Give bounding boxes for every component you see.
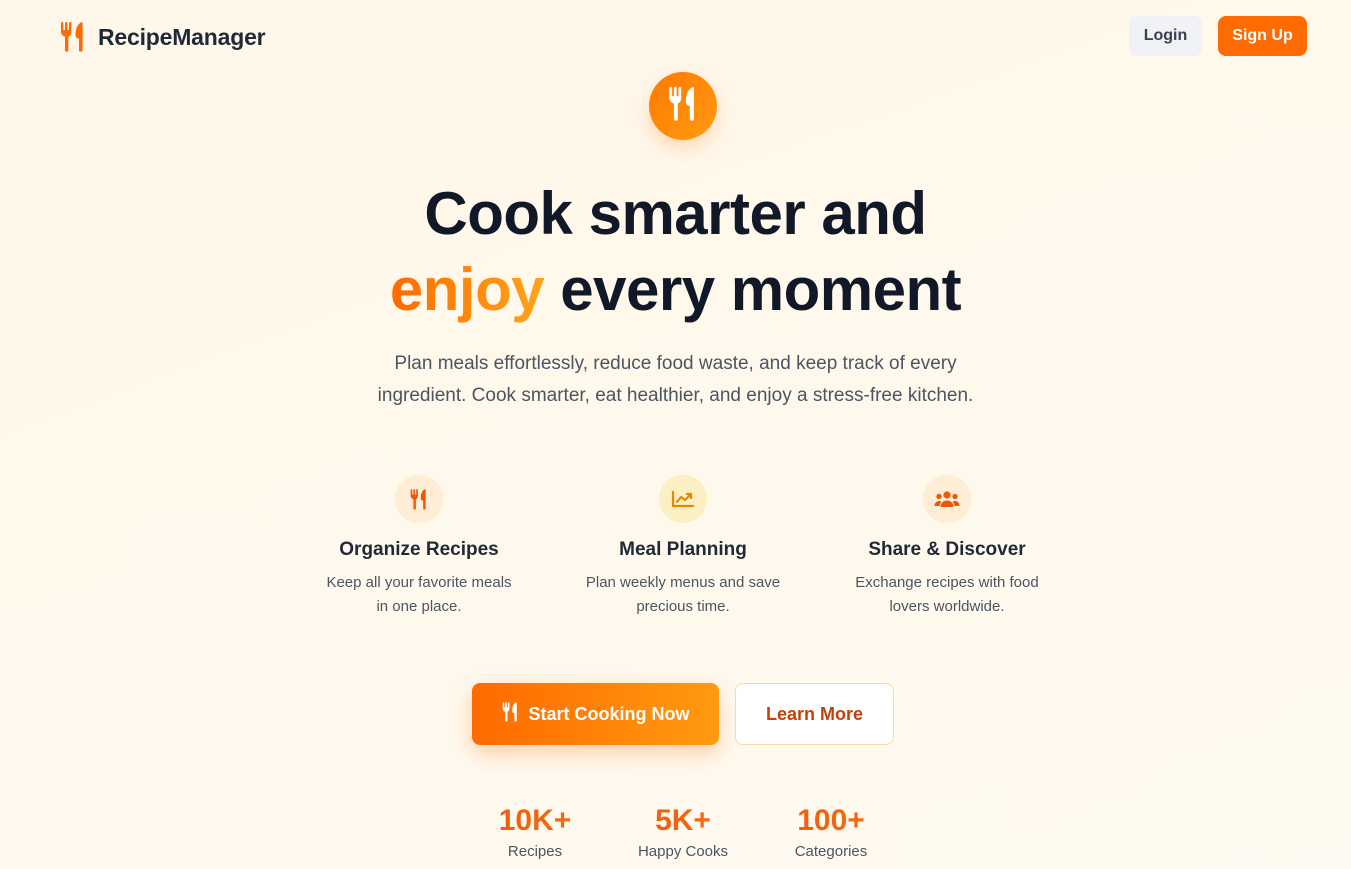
headline-line-1: Cook smarter and — [424, 180, 927, 247]
hero-subtext: Plan meals effortlessly, reduce food was… — [377, 353, 974, 406]
stat-recipes: 10K+ Recipes — [460, 803, 610, 861]
feature-title: Share & Discover — [868, 539, 1026, 560]
feature-share-discover: Share & Discover Exchange recipes with f… — [827, 475, 1067, 619]
signup-button[interactable]: Sign Up — [1218, 16, 1307, 56]
feature-description: Plan weekly menus and save precious time… — [585, 574, 781, 615]
feature-organize-recipes: Organize Recipes Keep all your favorite … — [299, 475, 539, 619]
utensils-icon — [60, 21, 88, 53]
feature-meal-planning: Meal Planning Plan weekly menus and save… — [563, 475, 803, 619]
feature-description: Keep all your favorite meals in one plac… — [326, 574, 512, 615]
stat-happy-cooks: 5K+ Happy Cooks — [608, 803, 758, 861]
headline-accent: enjoy — [389, 256, 545, 323]
start-cooking-label: Start Cooking Now — [528, 703, 690, 724]
stat-value: 5K+ — [608, 803, 758, 839]
brand-name: RecipeManager — [98, 23, 266, 50]
hero-badge — [649, 72, 717, 140]
utensils-icon — [395, 475, 443, 523]
stat-value: 10K+ — [460, 803, 610, 839]
stat-categories: 100+ Categories — [756, 803, 906, 861]
login-button[interactable]: Login — [1129, 16, 1202, 56]
feature-title: Meal Planning — [619, 539, 747, 560]
stat-label: Recipes — [507, 843, 563, 860]
stat-label: Happy Cooks — [637, 843, 729, 860]
stat-value: 100+ — [756, 803, 906, 839]
users-icon — [923, 475, 971, 523]
start-cooking-button[interactable]: Start Cooking Now — [472, 683, 719, 745]
feature-title: Organize Recipes — [339, 539, 499, 560]
learn-more-button[interactable]: Learn More — [735, 683, 894, 745]
top-nav: RecipeManager Login Sign Up — [0, 0, 1351, 74]
feature-description: Exchange recipes with food lovers worldw… — [855, 574, 1039, 615]
utensils-icon — [502, 701, 519, 727]
utensils-icon — [668, 86, 698, 126]
brand-logo[interactable]: RecipeManager — [60, 20, 266, 54]
stat-label: Categories — [794, 843, 868, 860]
chart-line-icon — [659, 475, 707, 523]
headline-rest: every moment — [544, 256, 962, 323]
hero-headline: Cook smarter and enjoy every moment — [0, 176, 1351, 328]
